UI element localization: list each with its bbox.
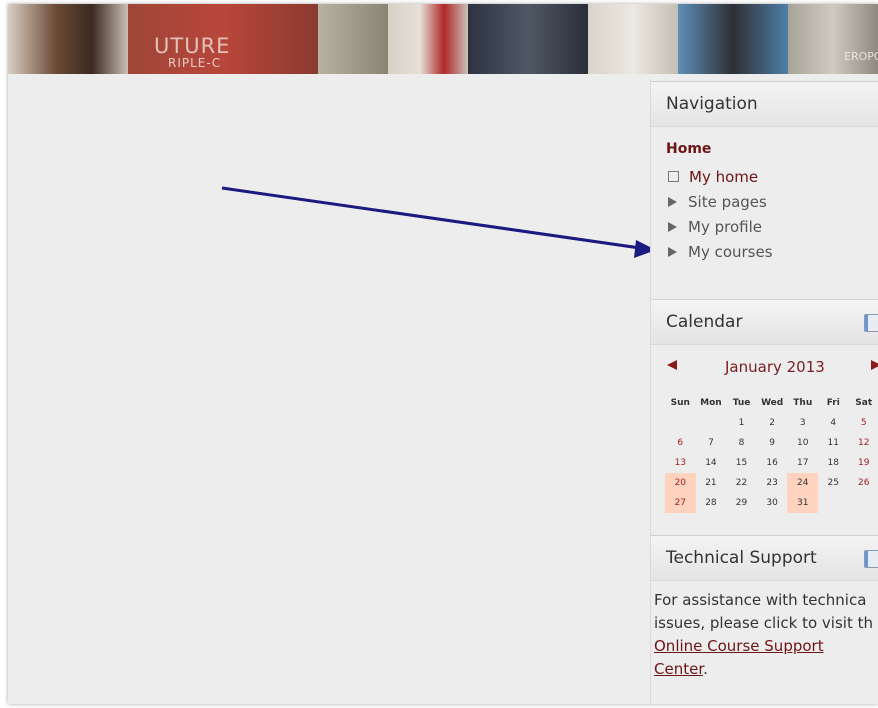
calendar-day[interactable]: 24 (787, 473, 819, 493)
banner-text-triple: RIPLE-C (168, 56, 222, 70)
tech-support-text-line1: For assistance with technica (654, 591, 867, 609)
calendar-weekday-sat: Sat (855, 398, 873, 408)
banner-text-eropos: EROPOS (844, 50, 878, 63)
nav-item-site-pages[interactable]: Site pages (666, 189, 878, 214)
header-banner: UTURE RIPLE-C EROPOS (8, 4, 878, 74)
calendar-day[interactable]: 4 (818, 413, 848, 433)
square-bullet-icon (668, 171, 679, 182)
banner-photo-1 (8, 4, 128, 74)
nav-item-my-profile[interactable]: My profile (666, 214, 878, 239)
dock-block-icon[interactable] (864, 550, 878, 568)
calendar-month-nav: January 2013 (651, 358, 878, 378)
calendar-day[interactable]: 17 (787, 453, 818, 473)
calendar-empty-cell (696, 413, 727, 433)
calendar-day[interactable]: 28 (696, 493, 727, 513)
banner-photo-5 (468, 4, 588, 74)
nav-item-label: My courses (688, 242, 773, 261)
right-sidebar: Navigation Home My home Site pages My pr… (650, 81, 878, 704)
calendar-day[interactable]: 1 (726, 413, 757, 433)
calendar-week-row: 13 14 15 16 17 18 19 (665, 453, 878, 473)
calendar-day[interactable]: 30 (757, 493, 788, 513)
support-center-link-part2[interactable]: Center (654, 660, 703, 678)
calendar-day[interactable]: 2 (757, 413, 788, 433)
calendar-empty-cell (818, 493, 848, 513)
calendar-week-row: 12345 (665, 413, 878, 433)
nav-item-my-home[interactable]: My home (666, 164, 878, 189)
calendar-month-label[interactable]: January 2013 (725, 358, 825, 376)
calendar-day[interactable]: 15 (726, 453, 757, 473)
calendar-day[interactable]: 5 (848, 413, 878, 433)
banner-photo-6 (588, 4, 678, 74)
calendar-empty-cell (665, 413, 696, 433)
calendar-day[interactable]: 16 (757, 453, 788, 473)
calendar-weekday-mon: Mon (700, 398, 722, 408)
calendar-day[interactable]: 27 (665, 493, 696, 513)
calendar-weekday-fri: Fri (826, 398, 840, 408)
calendar-weekday-wed: Wed (761, 398, 784, 408)
dock-block-icon[interactable] (864, 314, 878, 332)
calendar-day[interactable]: 22 (726, 473, 757, 493)
tech-support-suffix: . (703, 660, 708, 678)
calendar-day[interactable]: 14 (696, 453, 727, 473)
navigation-block-header: Navigation (651, 81, 878, 127)
banner-photo-3 (318, 4, 388, 74)
calendar-day[interactable]: 21 (696, 473, 727, 493)
nav-item-label: My profile (688, 217, 762, 236)
calendar-day[interactable]: 25 (818, 473, 848, 493)
calendar-week-row: 6 7 8 9 10 11 12 (665, 433, 878, 453)
banner-photo-4 (388, 4, 468, 74)
calendar-grid: Sun Mon Tue Wed Thu Fri Sat 1 2 3 4 5 6 7 8 9 10 11 12 13 1… (665, 393, 878, 513)
arrow-shaft (221, 186, 641, 250)
calendar-weekday-sun: Sun (670, 398, 690, 408)
calendar-day[interactable]: 6 (665, 433, 696, 453)
banner-photo-7 (678, 4, 788, 74)
calendar-day[interactable]: 19 (848, 453, 878, 473)
tech-support-block-title: Technical Support (666, 548, 817, 568)
next-month-icon[interactable] (871, 360, 878, 370)
calendar-week-row: 20 21 22 23 24 25 26 (665, 473, 878, 493)
navigation-block-content: Home My home Site pages My profile My co… (651, 127, 878, 299)
calendar-day[interactable]: 13 (665, 453, 696, 473)
expand-arrow-icon[interactable] (668, 221, 677, 232)
calendar-day[interactable]: 10 (787, 433, 818, 453)
calendar-day[interactable]: 18 (818, 453, 848, 473)
calendar-day[interactable]: 29 (726, 493, 757, 513)
calendar-block-title: Calendar (666, 312, 743, 332)
calendar-weekday-tue: Tue (732, 398, 751, 408)
calendar-empty-cell (848, 493, 878, 513)
calendar-day[interactable]: 8 (726, 433, 757, 453)
support-center-link-part1[interactable]: Online Course Support (654, 637, 824, 655)
calendar-weekday-row: Sun Mon Tue Wed Thu Fri Sat (665, 393, 878, 413)
tech-support-text-line2: issues, please click to visit th (654, 614, 873, 632)
expand-arrow-icon[interactable] (668, 246, 677, 257)
calendar-day[interactable]: 20 (665, 473, 696, 493)
calendar-day[interactable]: 26 (848, 473, 878, 493)
calendar-day[interactable]: 3 (787, 413, 818, 433)
calendar-weekday-thu: Thu (793, 398, 813, 408)
calendar-day[interactable]: 9 (757, 433, 788, 453)
calendar-day[interactable]: 11 (818, 433, 848, 453)
banner-photo-8 (788, 4, 878, 74)
navigation-block-title: Navigation (666, 94, 758, 114)
calendar-weeks: 1 2 3 4 5 6 7 8 9 10 11 12 13 14 15 16 17 18 19 20 21 22 23 24 2… (665, 413, 878, 513)
calendar-week-row: 27 28 29 30 31 (665, 493, 878, 513)
expand-arrow-icon[interactable] (668, 196, 677, 207)
previous-month-icon[interactable] (667, 360, 677, 370)
nav-item-my-courses[interactable]: My courses (666, 239, 878, 264)
nav-item-label: My home (689, 167, 759, 186)
tech-support-block-content: For assistance with technica issues, ple… (651, 581, 878, 681)
calendar-block-header: Calendar (651, 299, 878, 345)
nav-item-label: Site pages (688, 192, 767, 211)
calendar-day[interactable]: 31 (787, 493, 819, 513)
tech-support-block-header: Technical Support (651, 535, 878, 581)
banner-text-future: UTURE (154, 34, 231, 58)
nav-home-link[interactable]: Home (666, 141, 878, 157)
calendar-day[interactable]: 7 (696, 433, 727, 453)
page-frame: UTURE RIPLE-C EROPOS Navigation Home My … (8, 4, 878, 704)
calendar-day[interactable]: 23 (757, 473, 788, 493)
calendar-day[interactable]: 12 (848, 433, 878, 453)
calendar-block-content: January 2013 Sun Mon Tue Wed Thu Fri Sat 12345… (651, 345, 878, 535)
